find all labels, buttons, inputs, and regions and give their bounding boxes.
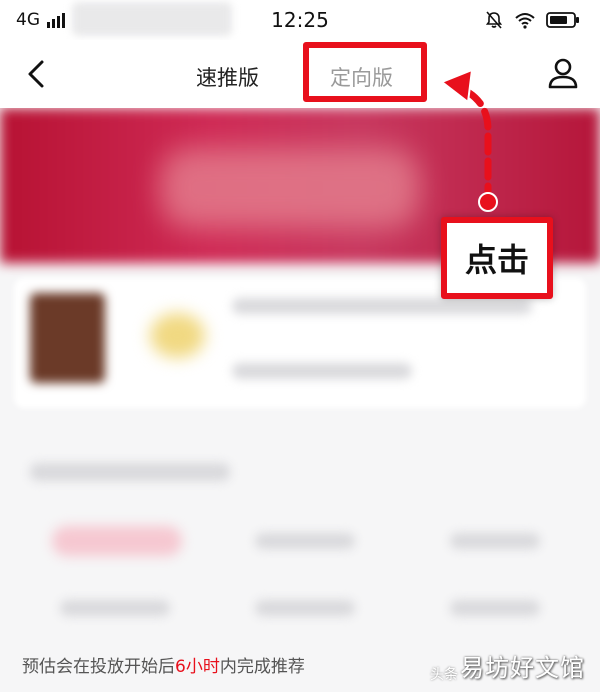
- estimate-text-after: 内完成推荐: [219, 657, 305, 677]
- mute-bell-icon: [485, 11, 503, 29]
- highlight-box-targeted-tab: [303, 42, 427, 102]
- section-heading-placeholder: [30, 463, 230, 481]
- click-callout: 点击: [441, 217, 553, 299]
- battery-icon: [546, 12, 579, 28]
- subtitle-placeholder: [232, 363, 412, 379]
- wifi-icon: [515, 13, 535, 29]
- option-chip-selected: [52, 526, 182, 556]
- back-arrow-icon[interactable]: [20, 56, 56, 92]
- option-placeholder: [255, 533, 355, 549]
- status-icons: [484, 10, 580, 30]
- level-badge: [150, 313, 205, 358]
- watermark-source: 头条: [430, 667, 458, 683]
- option-placeholder: [60, 600, 170, 616]
- tab-fast-promote[interactable]: 速推版: [196, 62, 259, 92]
- status-bar: 4G 12:25: [0, 0, 600, 40]
- estimate-text-before: 预估会在投放开始后: [22, 657, 175, 677]
- option-placeholder: [450, 600, 540, 616]
- estimate-duration: 6小时: [175, 657, 220, 677]
- video-thumbnail: [30, 293, 105, 383]
- banner-glow: [160, 148, 420, 228]
- option-placeholder: [450, 533, 540, 549]
- annotation-arrow: [439, 68, 498, 212]
- callout-label: 点击: [464, 241, 529, 279]
- option-placeholder: [255, 600, 355, 616]
- title-placeholder: [232, 298, 532, 314]
- watermark: 易坊好文馆: [460, 654, 585, 682]
- estimate-note: 预估会在投放开始后6小时内完成推荐: [22, 652, 305, 677]
- user-profile-icon[interactable]: [545, 56, 581, 92]
